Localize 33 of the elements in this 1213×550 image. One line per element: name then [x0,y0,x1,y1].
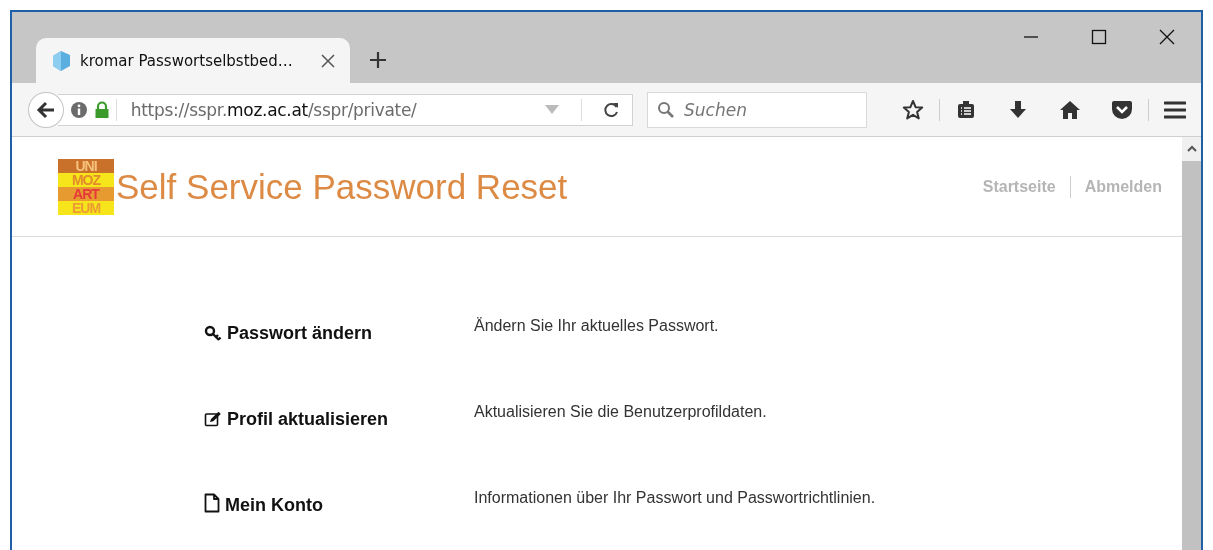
description-text: Ändern Sie Ihr aktuelles Passwort. [474,316,719,336]
search-field[interactable]: Suchen [647,91,867,128]
star-icon[interactable] [902,98,924,121]
scrollbar[interactable] [1182,137,1201,550]
scroll-up-icon[interactable] [1186,144,1197,152]
description-text: Aktualisieren Sie die Benutzerprofildaten. [474,402,767,422]
document-icon [204,493,220,513]
menu-link[interactable]: Passwort ändern [204,315,394,346]
favicon-icon [50,49,72,72]
logo: UNI MOZ ART EUM [58,158,114,215]
menu-link[interactable]: Mein Konto [204,487,394,518]
back-arrow-icon [35,99,56,120]
lock-icon [93,100,110,119]
site-title: Self Service Password Reset [116,166,568,207]
browser-tab[interactable]: kromar Passwortselbstbed… [36,38,350,83]
reload-icon[interactable] [602,100,620,119]
info-icon [69,100,88,119]
home-icon[interactable] [1059,99,1081,120]
close-icon[interactable] [1159,29,1175,45]
description-text: Informationen über Ihr Passwort und Passwortrichtlinien. [474,488,876,508]
edit-icon [204,411,222,427]
maximize-icon[interactable] [1091,29,1107,45]
url-text: https://sspr.moz.ac.at/sspr/private/ [130,99,417,120]
key-icon [204,325,222,341]
close-icon[interactable] [320,52,336,69]
plus-icon[interactable] [368,50,388,70]
menu-icon[interactable] [1164,99,1186,120]
pocket-icon[interactable] [1111,99,1133,120]
list-icon[interactable] [956,99,976,120]
address-bar[interactable]: https://sspr.moz.ac.at/sspr/private/ [57,93,633,126]
menu-link[interactable]: Profil aktualisieren [204,401,394,432]
download-icon[interactable] [1008,99,1028,120]
back-button[interactable] [28,91,64,128]
